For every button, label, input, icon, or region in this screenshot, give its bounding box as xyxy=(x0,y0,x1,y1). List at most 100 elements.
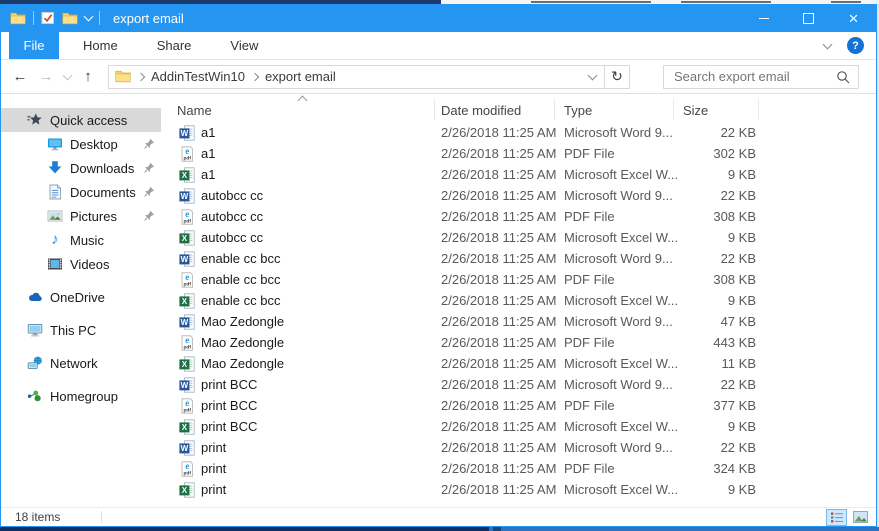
file-row[interactable]: e pdf a1 2/26/2018 11:25 AM PDF File 302 KB xyxy=(161,144,876,165)
recent-locations-button[interactable] xyxy=(59,70,75,80)
background-fragment xyxy=(531,1,651,3)
column-resize-handle[interactable] xyxy=(758,99,759,120)
forward-button[interactable]: → xyxy=(33,68,59,85)
file-row[interactable]: Xenable cc bcc 2/26/2018 11:25 AM Microsof… xyxy=(161,291,876,312)
sidebar-item-label: This PC xyxy=(50,322,97,338)
file-row[interactable]: e pdf Mao Zedongle 2/26/2018 11:25 AM PDF Fi… xyxy=(161,333,876,354)
file-row[interactable]: e pdf print 2/26/2018 11:25 AM PDF File 324 K… xyxy=(161,459,876,480)
sidebar-item-onedrive[interactable]: OneDrive xyxy=(1,285,161,309)
file-row[interactable]: e pdf print BCC 2/26/2018 11:25 AM PDF File 3… xyxy=(161,396,876,417)
minimize-button[interactable] xyxy=(741,4,786,32)
qat-folder-icon[interactable] xyxy=(62,12,78,25)
minimize-icon xyxy=(758,17,769,19)
excel-file-icon: X xyxy=(179,293,195,309)
file-row[interactable]: e pdf autobcc cc 2/26/2018 11:25 AM PDF File… xyxy=(161,207,876,228)
file-size: 22 KB xyxy=(720,377,756,392)
svg-text:W: W xyxy=(181,318,189,327)
sidebar-item-music[interactable]: ♪ Music xyxy=(1,228,161,252)
sidebar-item-label: OneDrive xyxy=(50,289,105,305)
address-dropdown-button[interactable] xyxy=(580,66,604,88)
pdf-file-icon: epdf xyxy=(181,335,193,351)
file-date-modified: 2/26/2018 11:25 AM xyxy=(441,482,557,497)
tab-home[interactable]: Home xyxy=(68,32,133,59)
file-name: enable cc bcc xyxy=(201,251,281,266)
sidebar-item-pictures[interactable]: Pictures xyxy=(1,204,161,228)
breadcrumb-segment[interactable]: AddinTestWin10 xyxy=(146,69,250,84)
file-row[interactable]: Xautobcc cc 2/26/2018 11:25 AM Microsoft E… xyxy=(161,228,876,249)
close-button[interactable]: × xyxy=(831,4,876,32)
up-icon: ↑ xyxy=(84,68,92,85)
refresh-button[interactable]: ↻ xyxy=(604,65,629,88)
sidebar-item-network[interactable]: Network xyxy=(1,351,161,375)
breadcrumb-segment[interactable]: export email xyxy=(260,69,341,84)
breadcrumb-chevron-icon[interactable] xyxy=(250,72,260,81)
svg-text:pdf: pdf xyxy=(183,471,191,477)
column-resize-handle[interactable] xyxy=(434,99,435,120)
sidebar-item-documents[interactable]: Documents xyxy=(1,180,161,204)
file-row[interactable]: e pdf enable cc bcc 2/26/2018 11:25 AM PDF F… xyxy=(161,270,876,291)
file-list-rows: Wa1 2/26/2018 11:25 AM Microsoft Word 9...… xyxy=(161,123,876,507)
folder-icon xyxy=(115,70,131,83)
file-row[interactable]: X Mao Zedongle 2/26/2018 11:25 AM Microsoft… xyxy=(161,354,876,375)
music-icon: ♪ xyxy=(51,231,59,248)
thispc-icon xyxy=(27,324,43,337)
sidebar-item-label: Documents xyxy=(70,184,136,200)
file-row[interactable]: Wprint BCC 2/26/2018 11:25 AM Microsoft Wo… xyxy=(161,375,876,396)
file-date-modified: 2/26/2018 11:25 AM xyxy=(441,272,557,287)
file-row[interactable]: Wprint 2/26/2018 11:25 AM Microsoft Word 9… xyxy=(161,438,876,459)
sidebar-item-this-pc[interactable]: This PC xyxy=(1,318,161,342)
file-row[interactable]: Xprint BCC 2/26/2018 11:25 AM Microsoft Ex… xyxy=(161,417,876,438)
excel-file-icon: X xyxy=(179,356,195,372)
large-icons-view-button[interactable] xyxy=(850,509,871,526)
column-header-date-modified[interactable]: Date modified xyxy=(441,103,521,118)
up-button[interactable]: ↑ xyxy=(75,68,101,85)
qat-dropdown-icon[interactable] xyxy=(83,11,94,22)
documents-icon xyxy=(49,184,61,200)
svg-text:e: e xyxy=(185,209,189,219)
search-box[interactable] xyxy=(663,64,859,89)
help-icon[interactable]: ? xyxy=(847,37,864,54)
sidebar-item-desktop[interactable]: Desktop xyxy=(1,132,161,156)
search-icon[interactable] xyxy=(836,70,850,84)
file-size: 47 KB xyxy=(720,314,756,329)
sidebar-item-homegroup[interactable]: Homegroup xyxy=(1,384,161,408)
tab-view[interactable]: View xyxy=(215,32,273,59)
close-icon: × xyxy=(848,8,859,28)
file-row[interactable]: Xprint 2/26/2018 11:25 AM Microsoft Excel … xyxy=(161,480,876,501)
back-button[interactable]: ← xyxy=(7,68,33,85)
file-row[interactable]: W Mao Zedongle 2/26/2018 11:25 AM Microsoft… xyxy=(161,312,876,333)
file-row[interactable]: Xa1 2/26/2018 11:25 AM Microsoft Excel W..… xyxy=(161,165,876,186)
file-row[interactable]: Wautobcc cc 2/26/2018 11:25 AM Microsoft W… xyxy=(161,186,876,207)
file-date-modified: 2/26/2018 11:25 AM xyxy=(441,167,557,182)
expand-ribbon-icon[interactable] xyxy=(822,39,833,49)
file-row[interactable]: Wa1 2/26/2018 11:25 AM Microsoft Word 9...… xyxy=(161,123,876,144)
svg-text:e: e xyxy=(185,146,189,156)
maximize-button[interactable] xyxy=(786,4,831,32)
file-explorer-window: export email × File Home Share View ? ← … xyxy=(0,0,879,531)
chevron-down-icon xyxy=(587,70,597,80)
maximize-icon xyxy=(803,12,814,24)
file-name: enable cc bcc xyxy=(201,293,281,308)
breadcrumb-chevron-icon[interactable] xyxy=(136,72,146,81)
tab-share[interactable]: Share xyxy=(142,32,207,59)
sidebar-item-downloads[interactable]: Downloads xyxy=(1,156,161,180)
search-input[interactable] xyxy=(672,68,836,85)
main-area: Quick access Desktop Downloads Documents Pic… xyxy=(1,94,876,507)
column-resize-handle[interactable] xyxy=(554,99,555,120)
file-name: a1 xyxy=(201,146,216,161)
file-row[interactable]: Wenable cc bcc 2/26/2018 11:25 AM Microsof… xyxy=(161,249,876,270)
column-header-type[interactable]: Type xyxy=(564,103,592,118)
column-resize-handle[interactable] xyxy=(673,99,674,120)
column-header-size[interactable]: Size xyxy=(683,103,708,118)
file-date-modified: 2/26/2018 11:25 AM xyxy=(441,461,557,476)
address-box[interactable]: AddinTestWin10 export email ↻ xyxy=(108,64,630,89)
svg-text:pdf: pdf xyxy=(183,282,191,288)
file-name: print BCC xyxy=(201,398,258,413)
file-size: 9 KB xyxy=(727,482,756,497)
sidebar-item-quick-access[interactable]: Quick access xyxy=(1,108,161,132)
tab-file[interactable]: File xyxy=(9,32,59,59)
details-view-button[interactable] xyxy=(826,508,847,526)
qat-check-icon[interactable] xyxy=(41,11,55,25)
sidebar-item-videos[interactable]: Videos xyxy=(1,252,161,276)
column-header-name[interactable]: Name xyxy=(177,103,212,118)
